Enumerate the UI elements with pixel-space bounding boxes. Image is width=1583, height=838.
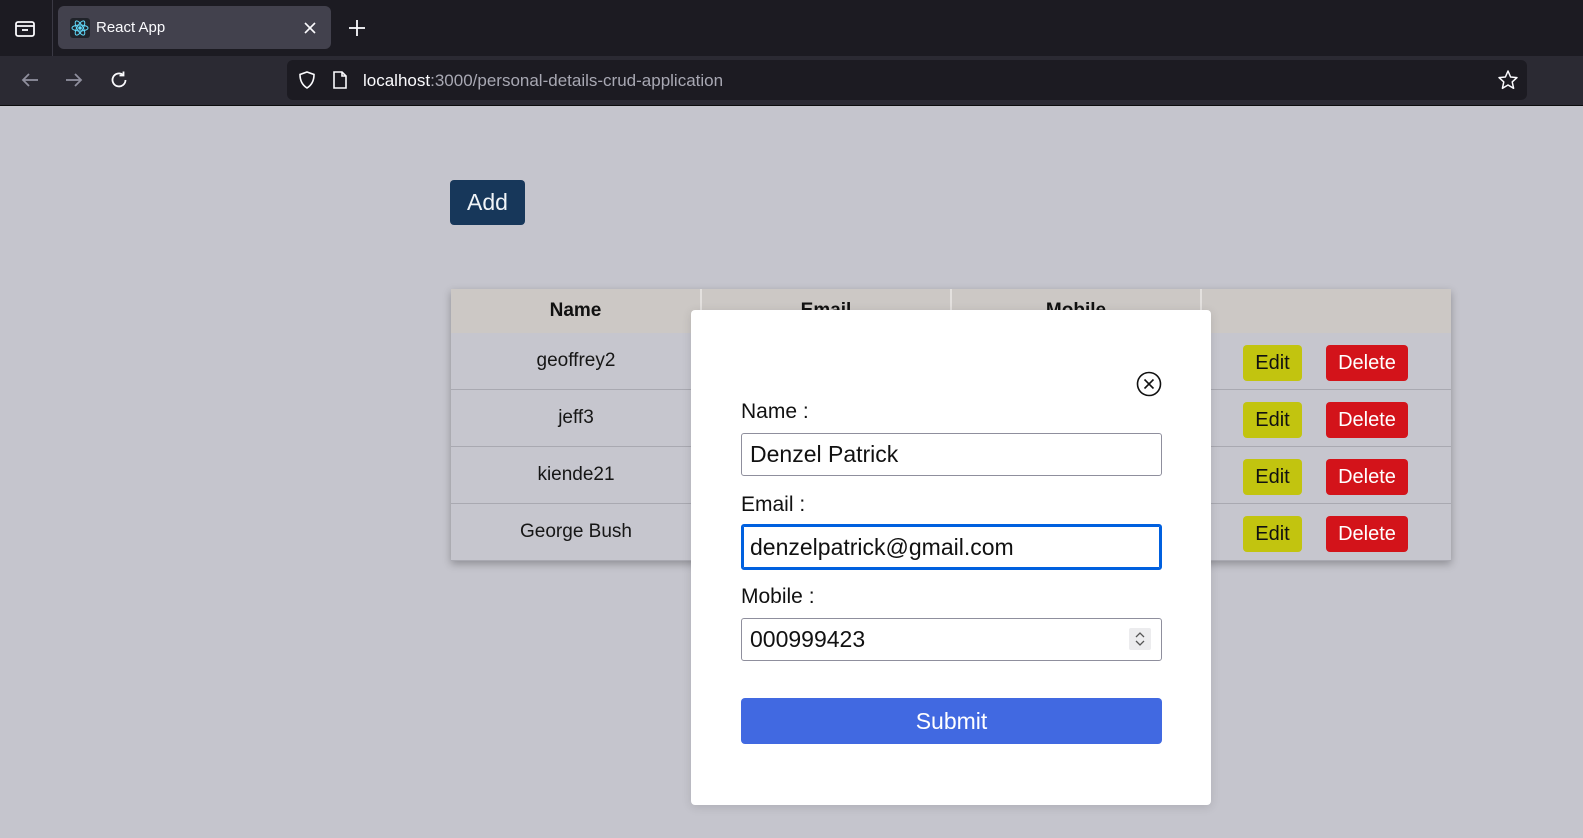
name-label: Name : bbox=[741, 400, 809, 423]
browser-tab[interactable]: React App bbox=[58, 6, 331, 49]
cell-name: jeff3 bbox=[451, 389, 701, 447]
url-path: :3000/personal-details-crud-application bbox=[430, 71, 724, 90]
cell-name: kiende21 bbox=[451, 446, 701, 504]
mobile-label: Mobile : bbox=[741, 585, 815, 608]
react-logo-icon bbox=[70, 18, 90, 38]
delete-button[interactable]: Delete bbox=[1326, 402, 1408, 438]
column-header-name: Name bbox=[451, 289, 702, 333]
tab-list-icon[interactable] bbox=[12, 16, 38, 42]
delete-button[interactable]: Delete bbox=[1326, 516, 1408, 552]
mobile-input[interactable] bbox=[741, 618, 1162, 661]
url-text[interactable]: localhost:3000/personal-details-crud-app… bbox=[363, 71, 723, 91]
forward-arrow-icon[interactable] bbox=[63, 69, 85, 91]
edit-button[interactable]: Edit bbox=[1243, 345, 1302, 381]
column-header-actions bbox=[1201, 289, 1451, 333]
edit-button[interactable]: Edit bbox=[1243, 516, 1302, 552]
delete-button[interactable]: Delete bbox=[1326, 459, 1408, 495]
edit-details-modal: Name : Email : Mobile : Submit bbox=[691, 310, 1211, 805]
email-label: Email : bbox=[741, 493, 806, 516]
cell-actions: Edit Delete bbox=[1201, 446, 1451, 504]
add-button[interactable]: Add bbox=[450, 180, 525, 225]
edit-button[interactable]: Edit bbox=[1243, 402, 1302, 438]
submit-button[interactable]: Submit bbox=[741, 698, 1162, 744]
star-icon[interactable] bbox=[1497, 69, 1519, 91]
number-spinner-icon[interactable] bbox=[1129, 628, 1151, 650]
back-arrow-icon[interactable] bbox=[19, 69, 41, 91]
reload-icon[interactable] bbox=[108, 69, 130, 91]
cell-name: George Bush bbox=[451, 503, 701, 561]
page-icon[interactable] bbox=[331, 70, 349, 90]
cell-actions: Edit Delete bbox=[1201, 333, 1451, 390]
cell-actions: Edit Delete bbox=[1201, 389, 1451, 447]
close-circle-icon[interactable] bbox=[1136, 371, 1162, 397]
email-input[interactable] bbox=[741, 524, 1162, 570]
edit-button[interactable]: Edit bbox=[1243, 459, 1302, 495]
browser-nav-bar: localhost:3000/personal-details-crud-app… bbox=[0, 56, 1583, 106]
shield-icon[interactable] bbox=[297, 70, 317, 90]
cell-name: geoffrey2 bbox=[451, 333, 701, 390]
browser-tab-bar: React App bbox=[0, 0, 1583, 56]
tab-separator bbox=[52, 0, 53, 56]
url-host: localhost bbox=[363, 71, 431, 90]
delete-button[interactable]: Delete bbox=[1326, 345, 1408, 381]
address-bar[interactable]: localhost:3000/personal-details-crud-app… bbox=[287, 60, 1527, 100]
tab-title: React App bbox=[96, 19, 166, 36]
name-input[interactable] bbox=[741, 433, 1162, 476]
cell-actions: Edit Delete bbox=[1201, 503, 1451, 561]
close-icon[interactable] bbox=[301, 19, 319, 37]
plus-icon[interactable] bbox=[346, 17, 368, 39]
